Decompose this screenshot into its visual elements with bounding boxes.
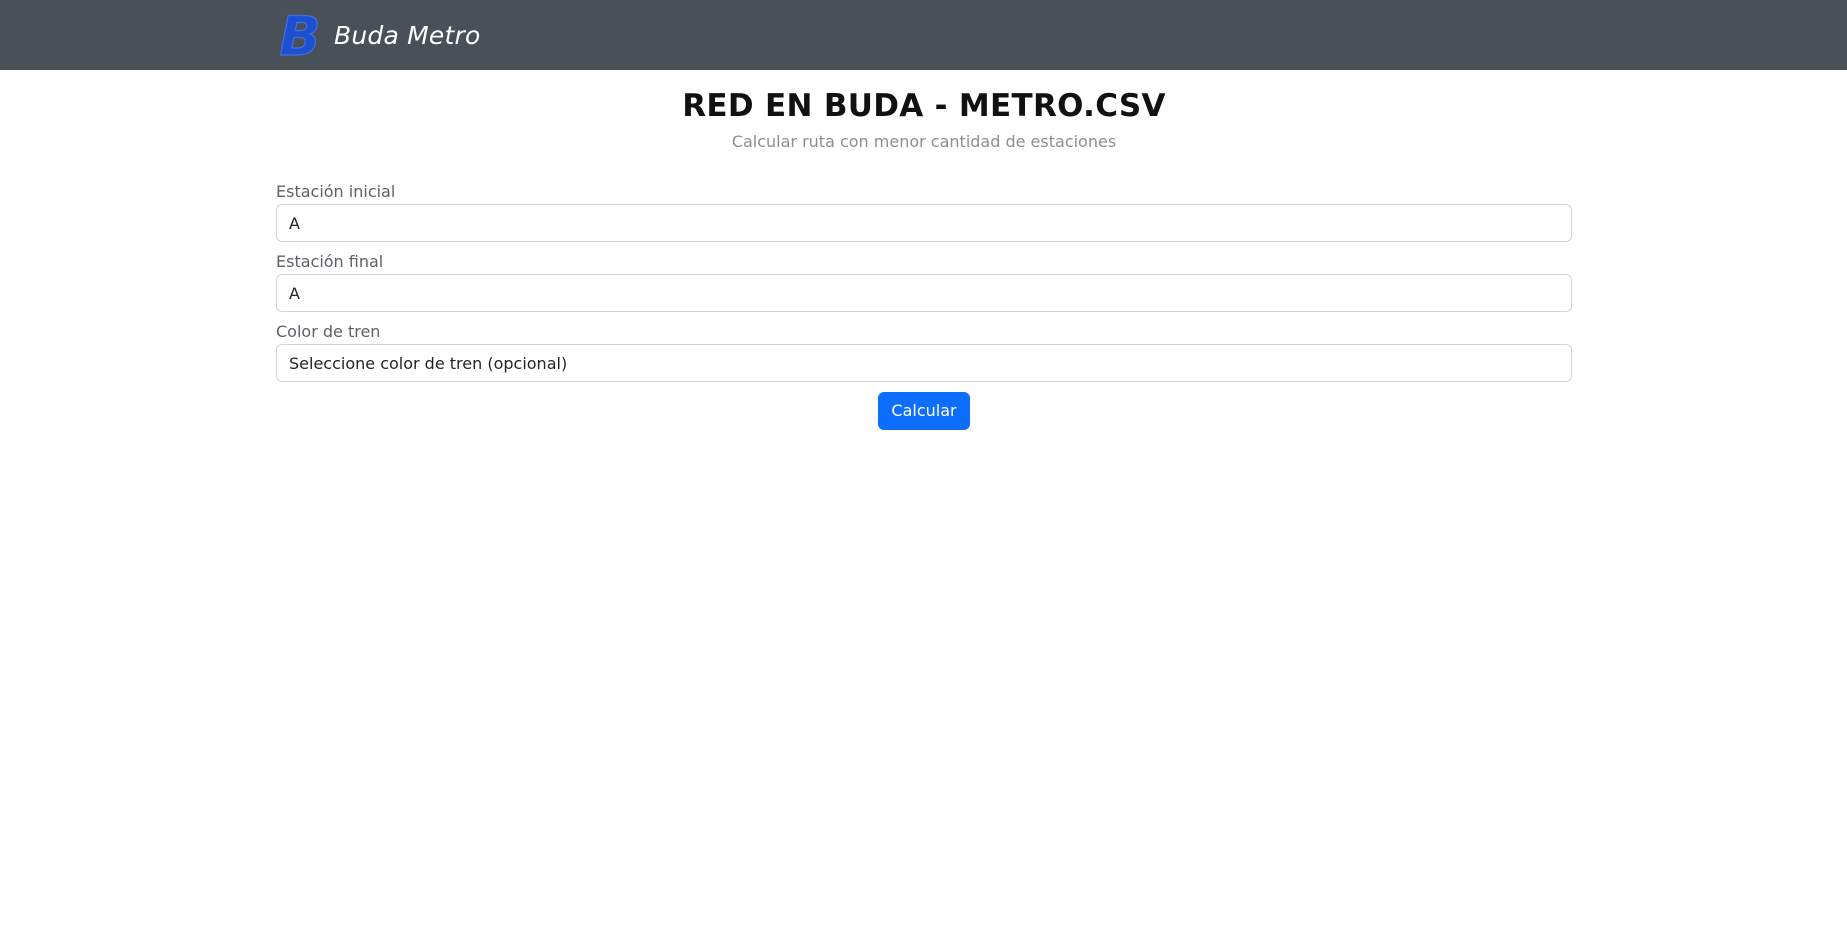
route-form: Estación inicial A Estación final A Colo… [276,182,1572,430]
start-station-select[interactable]: A [276,204,1572,242]
logo-letter: B [279,10,320,60]
main-content: RED EN BUDA - METRO.CSV Calcular ruta co… [276,70,1572,430]
end-station-label: Estación final [276,252,384,271]
start-station-label: Estación inicial [276,182,396,201]
end-station-field: Estación final A [276,252,1572,312]
brand-name: Buda Metro [334,20,481,50]
buda-metro-logo-icon: B [279,10,321,60]
train-color-field: Color de tren Seleccione color de tren (… [276,322,1572,382]
train-color-select[interactable]: Seleccione color de tren (opcional) [276,344,1572,382]
brand-link[interactable]: B Buda Metro [276,9,480,61]
calculate-button[interactable]: Calcular [878,392,970,430]
start-station-field: Estación inicial A [276,182,1572,242]
page-title: RED EN BUDA - METRO.CSV [682,88,1166,124]
end-station-select[interactable]: A [276,274,1572,312]
form-actions: Calcular [276,392,1572,430]
train-color-label: Color de tren [276,322,381,341]
top-navbar: B Buda Metro [0,0,1847,70]
page-subtitle: Calcular ruta con menor cantidad de esta… [731,132,1117,151]
